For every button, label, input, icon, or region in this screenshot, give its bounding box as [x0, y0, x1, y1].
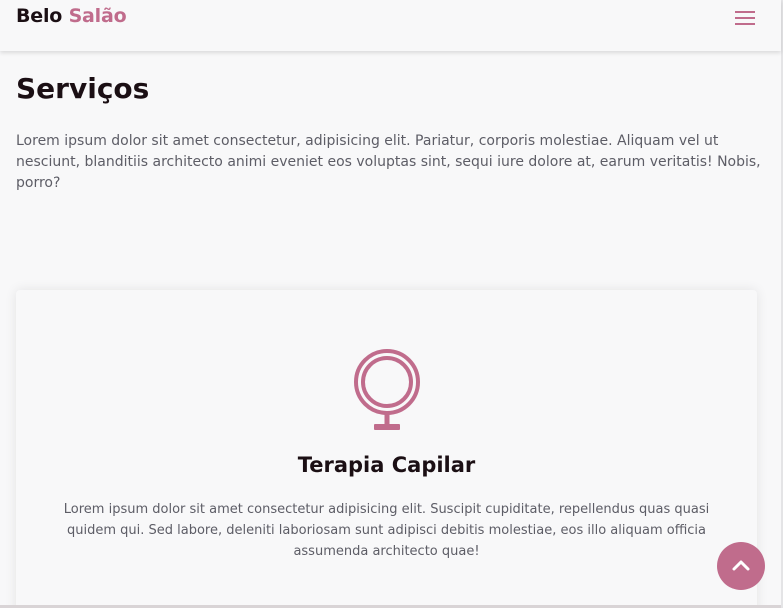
back-to-top-button[interactable]	[717, 542, 765, 590]
brand-logo[interactable]: Belo Salão	[16, 5, 127, 27]
service-card: Terapia Capilar Lorem ipsum dolor sit am…	[16, 290, 757, 608]
hand-mirror-icon	[354, 349, 420, 430]
navbar: Belo Salão	[0, 0, 781, 51]
page: Belo Salão Serviços Lorem ipsum dolor si…	[0, 0, 783, 608]
section-intro: Lorem ipsum dolor sit amet consectetur, …	[16, 133, 761, 191]
page-title: Serviços	[16, 72, 150, 105]
brand-accent-text: Salão	[68, 5, 127, 27]
service-card-description: Lorem ipsum dolor sit amet consectetur a…	[63, 502, 710, 559]
hamburger-menu-icon[interactable]	[735, 11, 755, 25]
service-card-title: Terapia Capilar	[297, 453, 476, 477]
brand-primary-text: Belo	[16, 5, 63, 27]
chevron-up-icon	[732, 560, 750, 571]
